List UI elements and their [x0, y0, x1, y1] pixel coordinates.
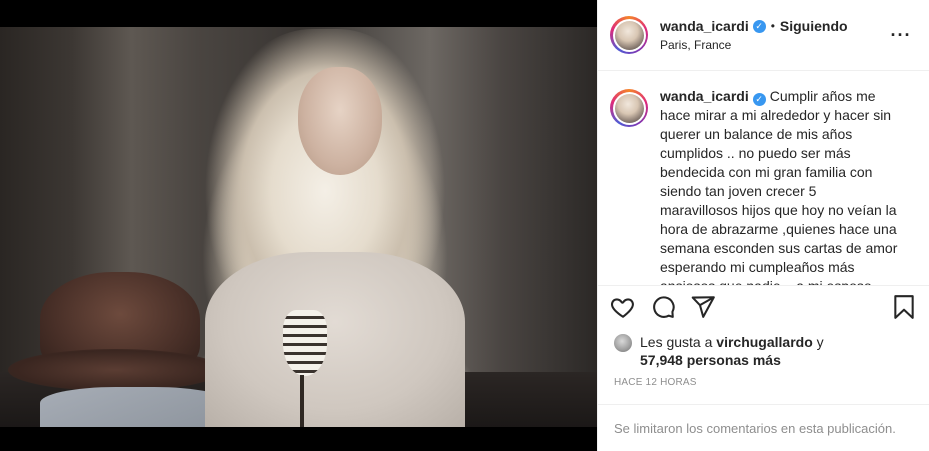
photo-necklace	[283, 310, 327, 376]
likes-section: Les gusta a virchugallardo y 57,948 pers…	[598, 329, 929, 369]
photo-strap	[300, 375, 304, 427]
post-timestamp[interactable]: HACE 12 HORAS	[598, 369, 929, 397]
likes-text: Les gusta a virchugallardo y 57,948 pers…	[640, 333, 824, 369]
author-avatar-image	[614, 20, 644, 50]
like-button[interactable]	[610, 287, 650, 327]
caption-author-avatar[interactable]	[610, 89, 648, 128]
header-text: wanda_icardi ✓ • Siguiendo Paris, France	[660, 18, 889, 52]
comment-button[interactable]	[650, 287, 690, 327]
action-bar	[598, 284, 929, 329]
post-media[interactable]	[0, 0, 597, 451]
likes-prefix: Les gusta a	[640, 333, 713, 350]
post-header: wanda_icardi ✓ • Siguiendo Paris, France…	[598, 0, 929, 72]
caption-username[interactable]: wanda_icardi	[660, 88, 749, 104]
bookmark-icon	[894, 295, 914, 320]
share-button[interactable]	[690, 287, 730, 327]
comment-icon	[653, 296, 675, 319]
photo-face	[298, 67, 382, 175]
verified-badge-icon: ✓	[752, 19, 766, 33]
author-avatar[interactable]	[610, 16, 648, 55]
liker-username[interactable]: virchugallardo	[716, 334, 812, 350]
author-username[interactable]: wanda_icardi	[660, 18, 749, 34]
photo-jeans	[40, 387, 230, 427]
share-icon	[691, 296, 715, 319]
photo-sweater	[205, 252, 465, 427]
heart-icon	[611, 298, 634, 318]
liker-avatar[interactable]	[614, 333, 632, 352]
photo-hat-brim	[8, 349, 223, 391]
post-side-panel: wanda_icardi ✓ • Siguiendo Paris, France…	[597, 0, 929, 451]
post-location[interactable]: Paris, France	[660, 38, 889, 52]
save-button[interactable]	[885, 287, 917, 327]
likes-count[interactable]: 57,948 personas más	[640, 352, 781, 368]
separator-dot: •	[770, 19, 775, 34]
following-button[interactable]: Siguiendo	[780, 18, 848, 34]
post-dialog: wanda_icardi ✓ • Siguiendo Paris, France…	[0, 0, 929, 451]
caption-verified-badge-icon: ✓	[752, 93, 766, 107]
comments-limited-notice: Se limitaron los comentarios en esta pub…	[598, 404, 929, 451]
more-options-icon[interactable]: ···	[889, 25, 913, 46]
caption-text: Cumplir años me hace mirar a mi alrededo…	[660, 88, 898, 284]
post-caption: wanda_icardi ✓ Cumplir años me hace mirar …	[660, 87, 898, 284]
comments-area[interactable]: wanda_icardi ✓ Cumplir años me hace mirar …	[598, 71, 929, 285]
likes-joiner: y	[816, 333, 824, 350]
post-photo[interactable]	[0, 27, 597, 427]
